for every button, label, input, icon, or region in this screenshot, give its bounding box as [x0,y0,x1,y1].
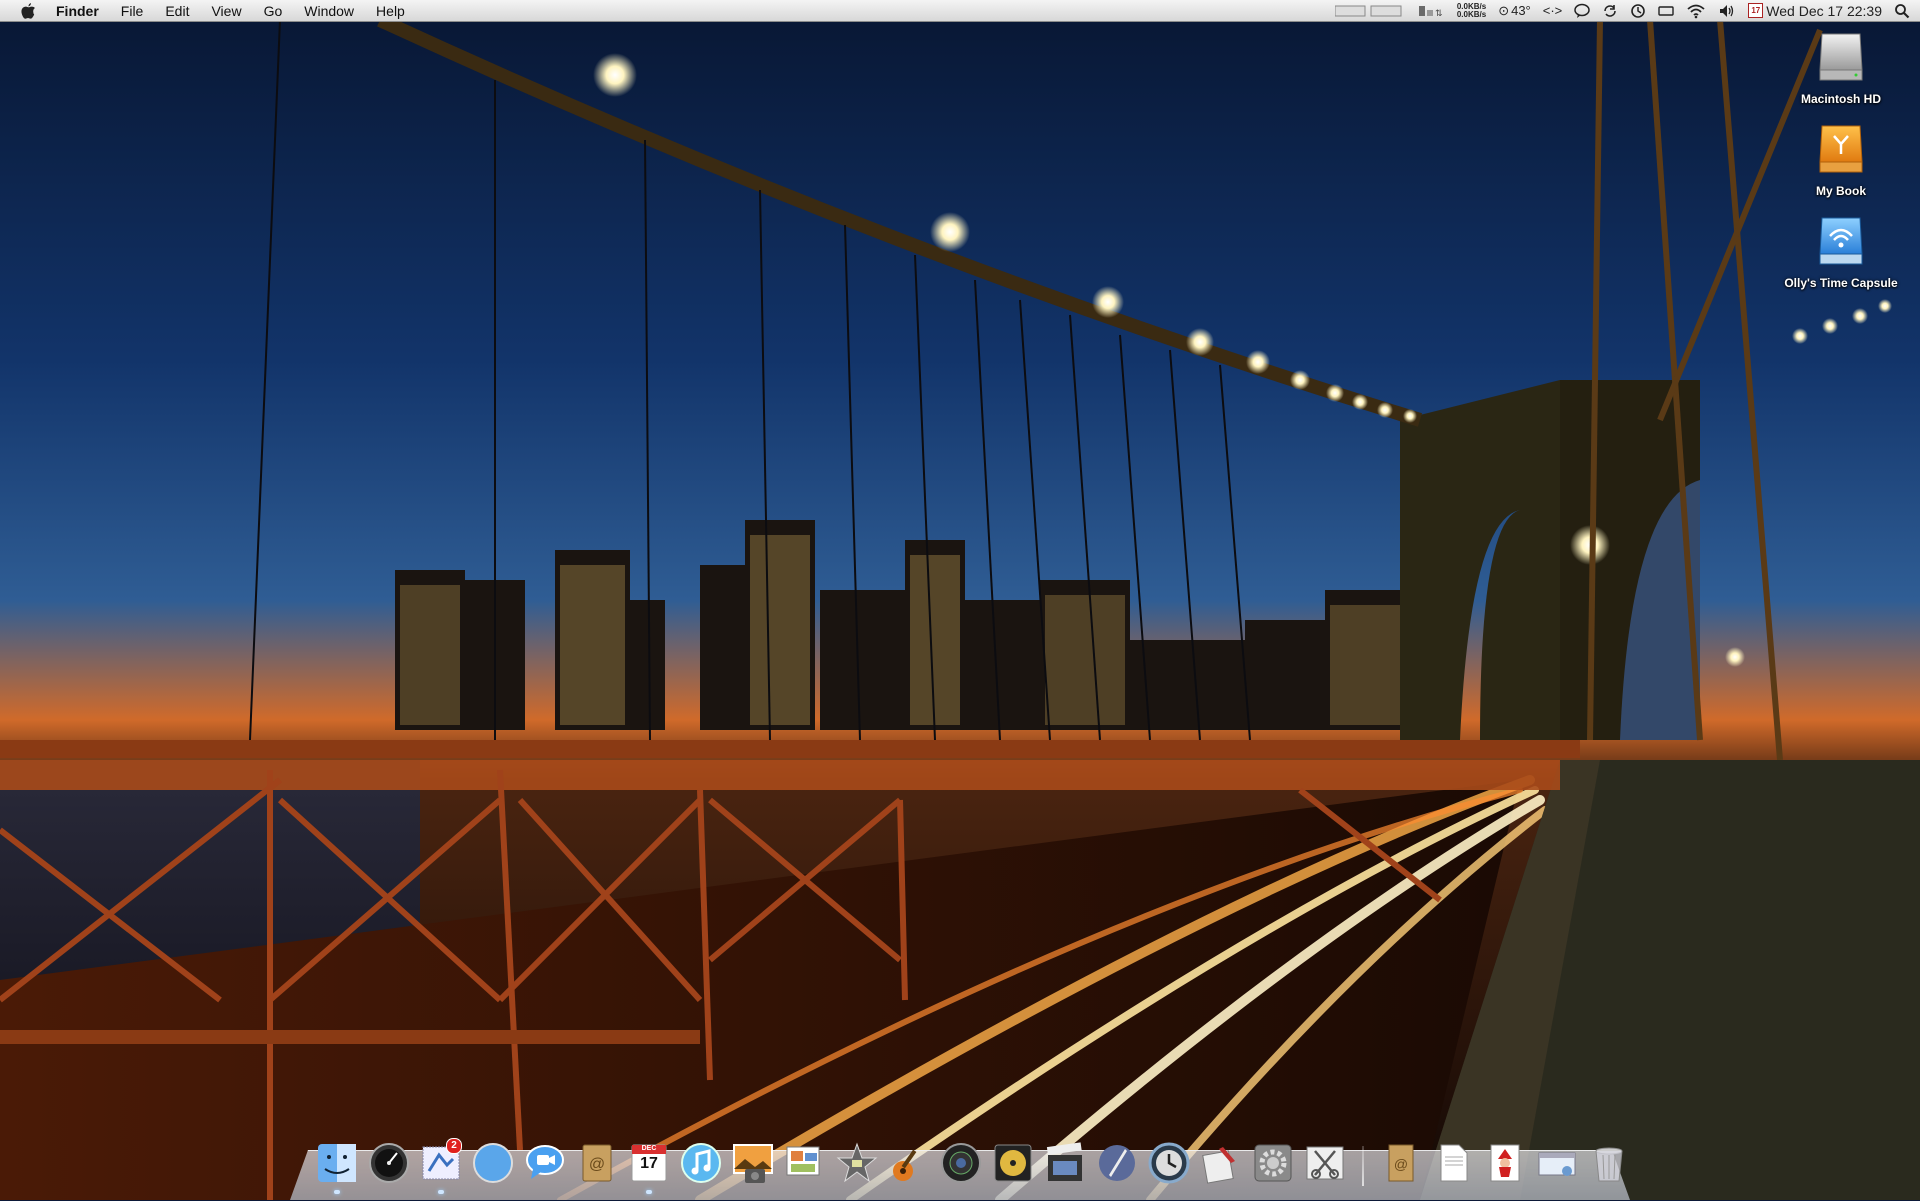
dvd-player-icon [994,1144,1032,1182]
code-brackets-icon[interactable]: <·> [1543,0,1563,22]
dock-ical[interactable]: DEC 17 [626,1140,672,1194]
display-icon[interactable] [1658,0,1674,22]
menu-clock: Wed Dec 17 22:39 [1766,2,1882,19]
window-stack-icon [1538,1152,1576,1176]
time-machine-icon[interactable] [1630,0,1646,22]
external-drive-icon [1819,125,1863,173]
dock-separator [1362,1146,1364,1186]
svg-text:⇅: ⇅ [1435,8,1443,18]
ical-month: DEC [641,1145,657,1152]
dock-system-preferences[interactable] [1250,1140,1296,1186]
dock-garageband[interactable] [886,1140,932,1186]
finder-icon [318,1144,356,1182]
running-indicator [334,1190,340,1194]
menu-help[interactable]: Help [365,0,416,22]
mail-unread-badge: 2 [446,1138,462,1154]
aperture-icon [941,1143,981,1183]
svg-text:@: @ [589,1156,605,1173]
dock-mail[interactable]: 2 [418,1138,464,1194]
menu-bar: Finder File Edit View Go Window Help ⇅ 0… [0,0,1920,22]
running-indicator [646,1190,652,1194]
desktop-icon-label: Macintosh HD [1800,92,1881,106]
dock-address-book[interactable]: @ [574,1140,620,1186]
dock-grab[interactable] [1302,1140,1348,1186]
preview-icon [786,1146,820,1176]
imovie-star-icon [836,1142,878,1183]
network-speed-readout[interactable]: 0.0KB/s 0.0KB/s [1457,0,1486,22]
address-book-icon: @ [582,1144,612,1182]
calendar-menu-icon[interactable]: 17 Wed Dec 17 22:39 [1748,0,1882,22]
iphoto-icon [733,1144,773,1183]
dock-itunes[interactable] [678,1140,724,1186]
ical-day: 17 [640,1155,658,1172]
dock-ichat[interactable] [522,1140,568,1186]
address-document-icon: @ [1388,1144,1414,1182]
itunes-icon [681,1143,721,1183]
desktop-icon-macintosh-hd[interactable]: Macintosh HD [1776,30,1906,106]
wifi-icon[interactable] [1686,0,1706,22]
garageband-icon [893,1149,917,1181]
sync-icon[interactable] [1602,0,1618,22]
desktop-icon-time-capsule[interactable]: Olly's Time Capsule [1776,214,1906,290]
menu-edit[interactable]: Edit [154,0,200,22]
desktop-wallpaper [0,0,1920,1200]
grab-scissors-icon [1306,1146,1344,1180]
mini-calendar-icon: 17 [1748,3,1764,18]
safari-icon [473,1143,513,1183]
ichat-icon [526,1145,564,1179]
dock-quill[interactable] [1094,1140,1140,1186]
dock-rtf-doc[interactable] [1430,1140,1476,1186]
dock-dvd-player[interactable] [990,1140,1036,1186]
dock-trash[interactable] [1586,1140,1632,1186]
dock-script-editor[interactable] [1198,1140,1244,1186]
dock-dashboard[interactable] [366,1140,412,1186]
dock-iphoto[interactable] [730,1140,776,1186]
menu-go[interactable]: Go [253,0,294,22]
dock-santa-doc[interactable] [1482,1140,1528,1186]
trash-icon [1595,1147,1623,1182]
temperature-icon: ⊙ [1498,2,1510,18]
desktop-icon-label: My Book [1815,184,1866,198]
rtf-document-icon [1440,1144,1468,1182]
dock-preview[interactable] [782,1140,828,1186]
menu-window[interactable]: Window [293,0,365,22]
memory-meter-icon[interactable]: ⇅ [1417,0,1445,22]
status-menus: ⇅ 0.0KB/s 0.0KB/s ⊙ 43° <·> 17 Wed Dec 1… [1334,0,1920,22]
desktop-icon-my-book[interactable]: My Book [1776,122,1906,198]
dock-imovie[interactable] [834,1140,880,1186]
dock-time-machine[interactable] [1146,1140,1192,1186]
desktop-icon-label: Olly's Time Capsule [1784,276,1898,290]
quill-icon [1099,1145,1135,1181]
dock-clapboard[interactable] [1042,1140,1088,1186]
chat-bubble-icon[interactable] [1574,0,1591,22]
santa-image-icon [1490,1144,1520,1182]
hard-drive-icon [1819,33,1863,81]
svg-text:@: @ [1394,1156,1408,1172]
dock: 2 @ DEC 17 @ [314,1136,1632,1194]
menu-file[interactable]: File [110,0,155,22]
network-down-speed: 0.0KB/s [1456,9,1487,19]
time-machine-icon [1148,1142,1190,1184]
dashboard-icon [369,1143,409,1183]
script-editor-icon [1202,1147,1235,1184]
dock-safari[interactable] [470,1140,516,1186]
system-preferences-gear-icon [1254,1144,1292,1182]
running-indicator [438,1190,444,1194]
menu-finder[interactable]: Finder [52,0,110,22]
time-capsule-icon [1819,217,1863,265]
dock-finder[interactable] [314,1140,360,1194]
clapboard-icon [1046,1142,1082,1181]
dock-address-doc[interactable]: @ [1378,1140,1424,1186]
menu-view[interactable]: View [200,0,252,22]
dock-aperture[interactable] [938,1140,984,1186]
dock-window-doc[interactable] [1534,1140,1580,1186]
volume-icon[interactable] [1718,0,1736,22]
apple-menu-icon[interactable] [20,2,38,20]
spotlight-search-icon[interactable] [1894,0,1910,22]
cpu-meter-icon[interactable] [1334,0,1405,22]
temperature-readout[interactable]: ⊙ 43° [1498,0,1531,22]
temperature-value: 43° [1511,3,1531,18]
